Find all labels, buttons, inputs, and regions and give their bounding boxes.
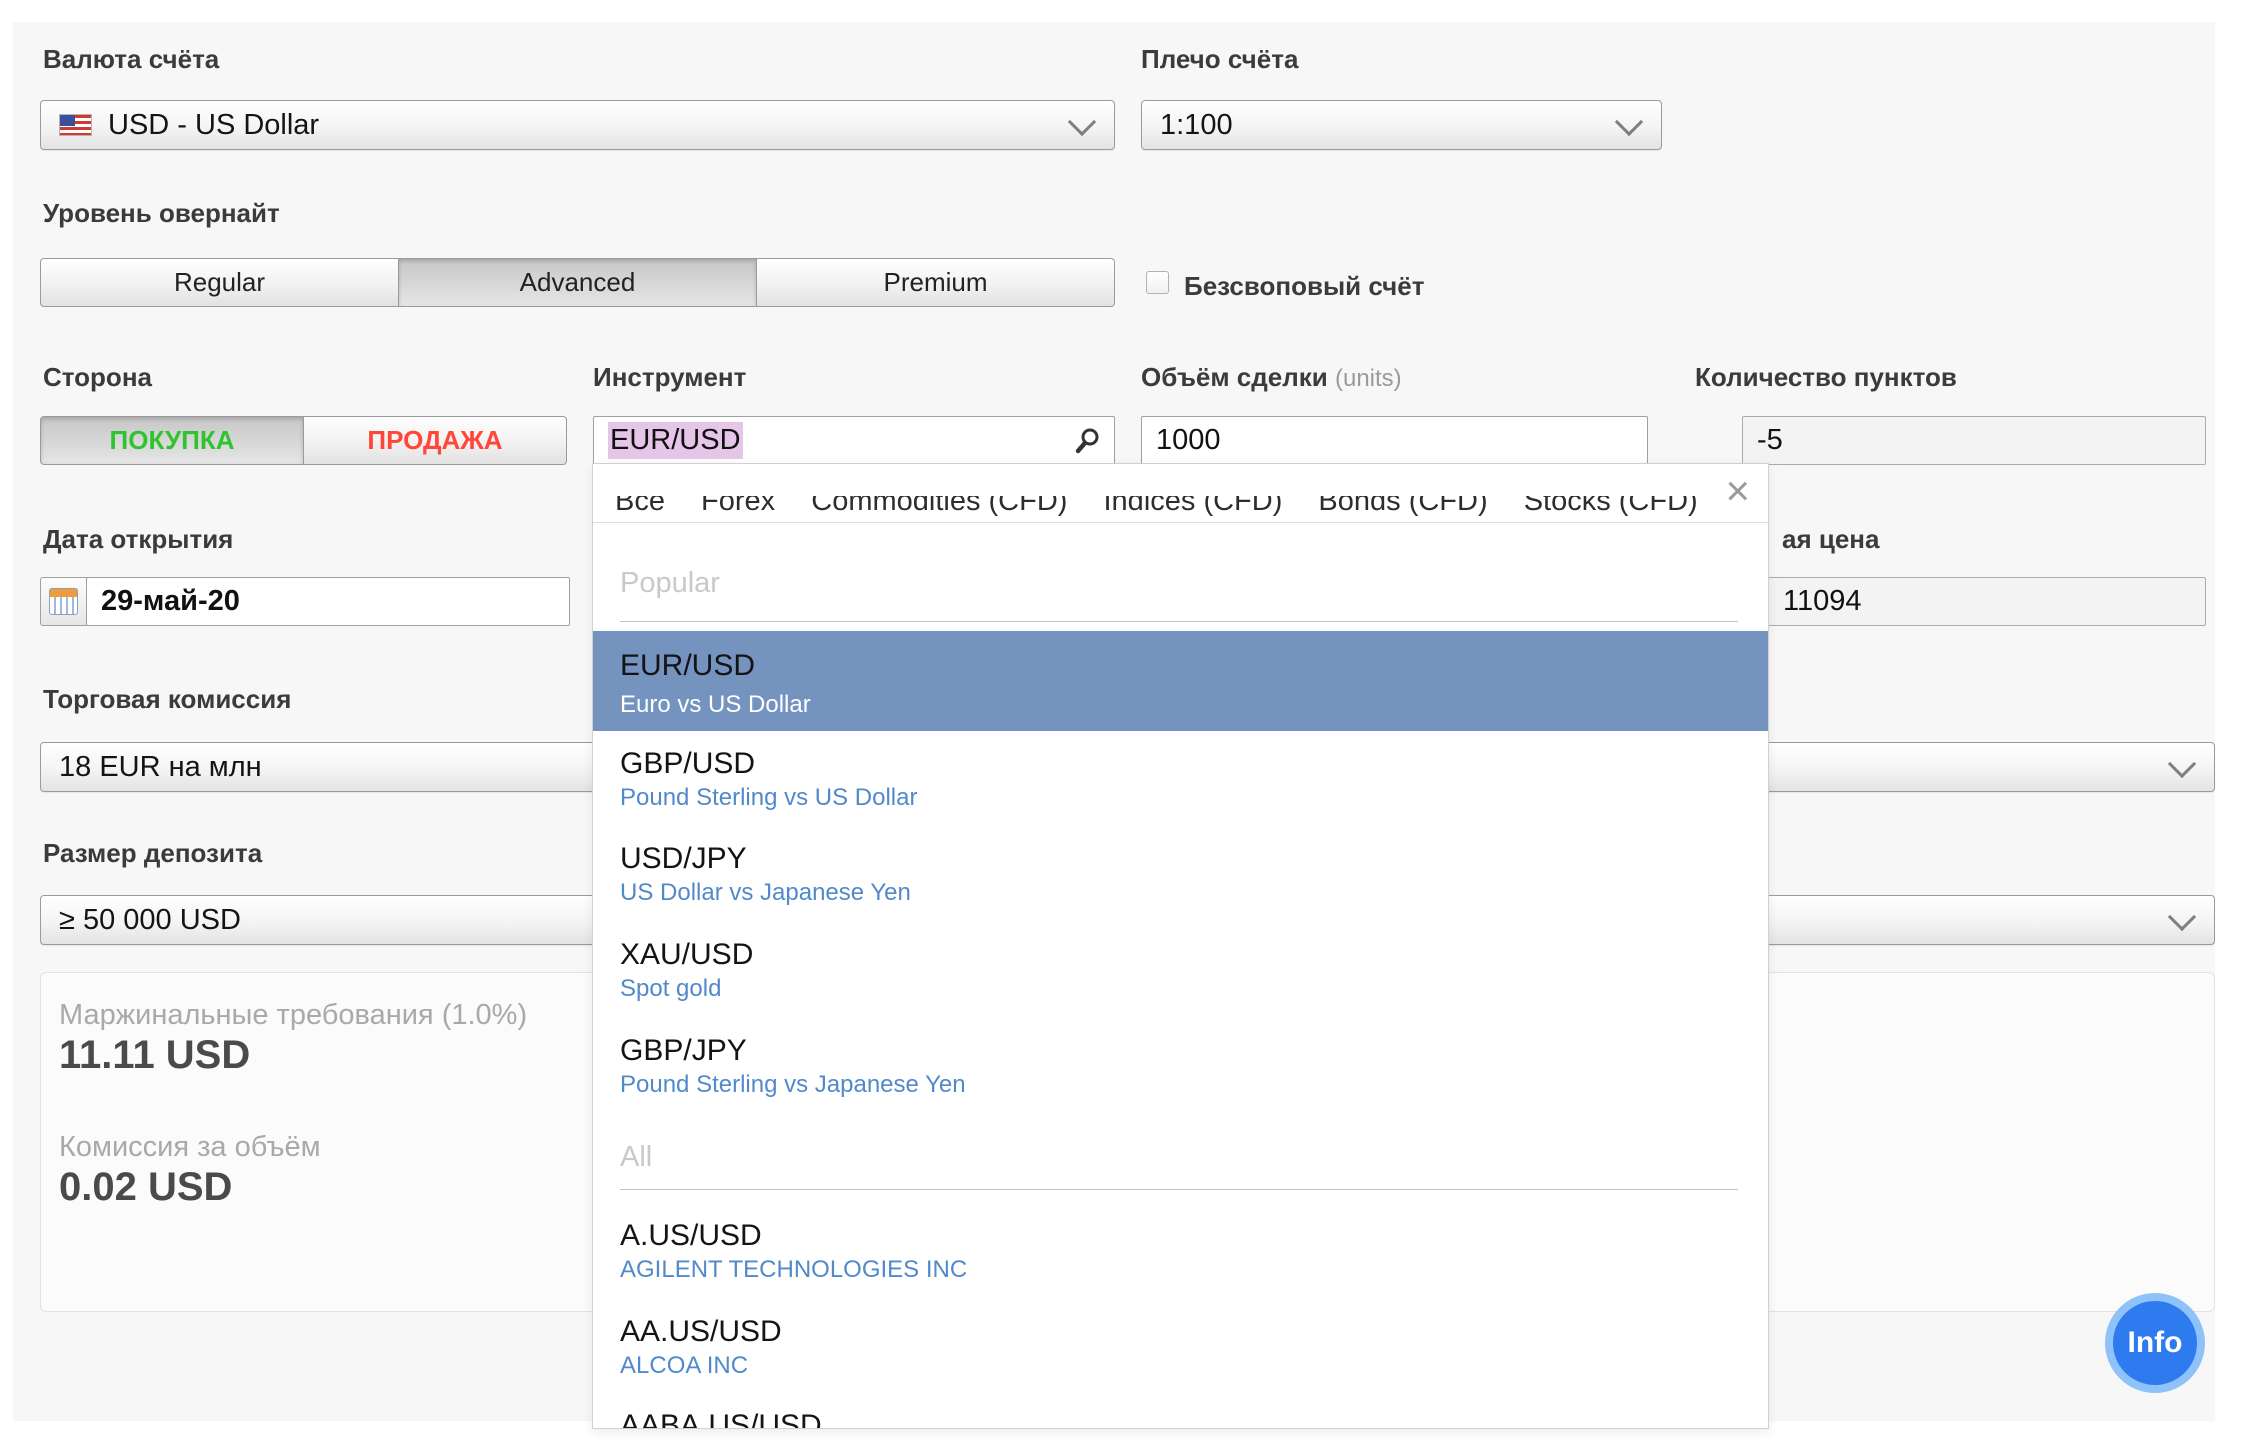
- price-label-partial: ая цена: [1782, 524, 1880, 554]
- leverage-label: Плечо счёта: [1141, 44, 1299, 74]
- volume-units-suffix: (units): [1334, 365, 1402, 392]
- overnight-segmented-control: Regular Advanced Premium: [40, 258, 1115, 307]
- list-item-name[interactable]: AGILENT TECHNOLOGIES INC: [620, 1256, 967, 1284]
- instrument-picker-tabbar: Все Forex Commodities (CFD) Indices (CFD…: [593, 464, 1768, 523]
- volume-value: 1000: [1156, 424, 1221, 456]
- volume-label-text: Объём сделки: [1141, 362, 1328, 392]
- points-label: Количество пунктов: [1695, 362, 1957, 392]
- volume-commission-label: Комиссия за объём: [59, 1131, 321, 1163]
- deposit-label: Размер депозита: [43, 838, 263, 868]
- chevron-down-icon: [2167, 749, 2197, 779]
- tab-bonds[interactable]: Bonds (CFD): [1318, 496, 1487, 517]
- trade-commission-value: 18 EUR на млн: [59, 750, 262, 783]
- list-item-symbol[interactable]: AABA.US/USD: [620, 1409, 822, 1428]
- points-value: -5: [1757, 424, 1783, 456]
- volume-commission-value: 0.02 USD: [59, 1165, 233, 1209]
- all-section-header: All: [620, 1141, 653, 1173]
- all-divider: [620, 1189, 1738, 1190]
- list-item-symbol[interactable]: XAU/USD: [620, 938, 753, 972]
- list-item-name[interactable]: ALCOA INC: [620, 1352, 748, 1380]
- open-date-label: Дата открытия: [43, 524, 234, 554]
- tab-indices[interactable]: Indices (CFD): [1104, 496, 1283, 517]
- side-label: Сторона: [43, 362, 152, 392]
- list-item-name[interactable]: US Dollar vs Japanese Yen: [620, 879, 911, 907]
- price-input[interactable]: 11094: [1742, 577, 2206, 626]
- volume-label: Объём сделки (units): [1141, 362, 1402, 393]
- instrument-picker-tabs: Все Forex Commodities (CFD) Indices (CFD…: [615, 496, 1698, 516]
- sell-button[interactable]: ПРОДАЖА: [303, 416, 567, 465]
- popular-section-header: Popular: [620, 567, 720, 599]
- overnight-label: Уровень овернайт: [43, 198, 280, 228]
- margin-requirements-value: 11.11 USD: [59, 1033, 251, 1077]
- calendar-button[interactable]: [40, 577, 87, 626]
- tab-forex[interactable]: Forex: [701, 496, 775, 517]
- trading-calculator-page: Валюта счёта USD - US Dollar Плечо счёта…: [0, 0, 2250, 1450]
- side-segmented-control: ПОКУПКА ПРОДАЖА: [40, 416, 567, 465]
- tab-commodities[interactable]: Commodities (CFD): [811, 496, 1067, 517]
- list-item-symbol[interactable]: EUR/USD: [620, 649, 755, 683]
- overnight-option-regular[interactable]: Regular: [40, 258, 399, 307]
- chevron-down-icon: [1614, 107, 1644, 137]
- list-item-name[interactable]: Pound Sterling vs US Dollar: [620, 784, 917, 812]
- list-item-symbol[interactable]: GBP/USD: [620, 747, 755, 781]
- instrument-label: Инструмент: [593, 362, 747, 392]
- swap-free-checkbox[interactable]: [1146, 271, 1169, 294]
- open-date-value: 29-май-20: [101, 585, 240, 617]
- buy-button-label: ПОКУПКА: [109, 425, 235, 455]
- calendar-icon: [49, 588, 78, 615]
- instrument-value-selected-text: EUR/USD: [608, 422, 743, 459]
- price-value-partial: 11094: [1783, 585, 1862, 617]
- tab-stocks[interactable]: Stocks (CFD): [1524, 496, 1698, 517]
- list-item-symbol[interactable]: AA.US/USD: [620, 1315, 782, 1349]
- overnight-option-premium[interactable]: Premium: [756, 258, 1115, 307]
- margin-requirements-label: Маржинальные требования (1.0%): [59, 999, 528, 1031]
- open-date-input[interactable]: 29-май-20: [86, 577, 570, 626]
- info-button[interactable]: Info: [2105, 1293, 2205, 1393]
- list-item-symbol[interactable]: A.US/USD: [620, 1219, 762, 1253]
- account-currency-select[interactable]: USD - US Dollar: [40, 100, 1115, 150]
- tab-all[interactable]: Все: [615, 496, 665, 517]
- info-button-inner: Info: [2113, 1301, 2197, 1385]
- sell-button-label: ПРОДАЖА: [367, 425, 503, 455]
- account-currency-label: Валюта счёта: [43, 44, 220, 74]
- list-item-name[interactable]: Spot gold: [620, 975, 721, 1003]
- list-item-name[interactable]: Pound Sterling vs Japanese Yen: [620, 1071, 966, 1099]
- instrument-picker-tabs-clip: Все Forex Commodities (CFD) Indices (CFD…: [615, 496, 1698, 522]
- volume-input[interactable]: 1000: [1141, 416, 1648, 465]
- search-icon: [1075, 428, 1099, 454]
- list-item-name[interactable]: Euro vs US Dollar: [620, 691, 811, 719]
- overnight-option-advanced[interactable]: Advanced: [398, 258, 757, 307]
- trade-commission-label: Торговая комиссия: [43, 684, 292, 714]
- instrument-picker-dropdown: Все Forex Commodities (CFD) Indices (CFD…: [592, 463, 1769, 1429]
- popular-divider: [620, 621, 1738, 622]
- right-column-select-1[interactable]: [1742, 742, 2215, 792]
- instrument-search-input[interactable]: EUR/USD: [593, 416, 1115, 465]
- leverage-select[interactable]: 1:100: [1141, 100, 1662, 150]
- account-currency-value: USD - US Dollar: [108, 108, 320, 141]
- buy-button[interactable]: ПОКУПКА: [40, 416, 304, 465]
- close-icon[interactable]: ×: [1725, 470, 1750, 512]
- points-input[interactable]: -5: [1742, 416, 2206, 465]
- leverage-value: 1:100: [1160, 108, 1233, 141]
- deposit-value: ≥ 50 000 USD: [59, 903, 241, 936]
- chevron-down-icon: [1067, 107, 1097, 137]
- list-item-symbol[interactable]: GBP/JPY: [620, 1034, 747, 1068]
- swap-free-label: Безсвоповый счёт: [1184, 271, 1425, 301]
- chevron-down-icon: [2167, 902, 2197, 932]
- list-item-symbol[interactable]: USD/JPY: [620, 842, 747, 876]
- right-column-select-2[interactable]: [1742, 895, 2215, 945]
- us-flag-icon: [59, 114, 92, 136]
